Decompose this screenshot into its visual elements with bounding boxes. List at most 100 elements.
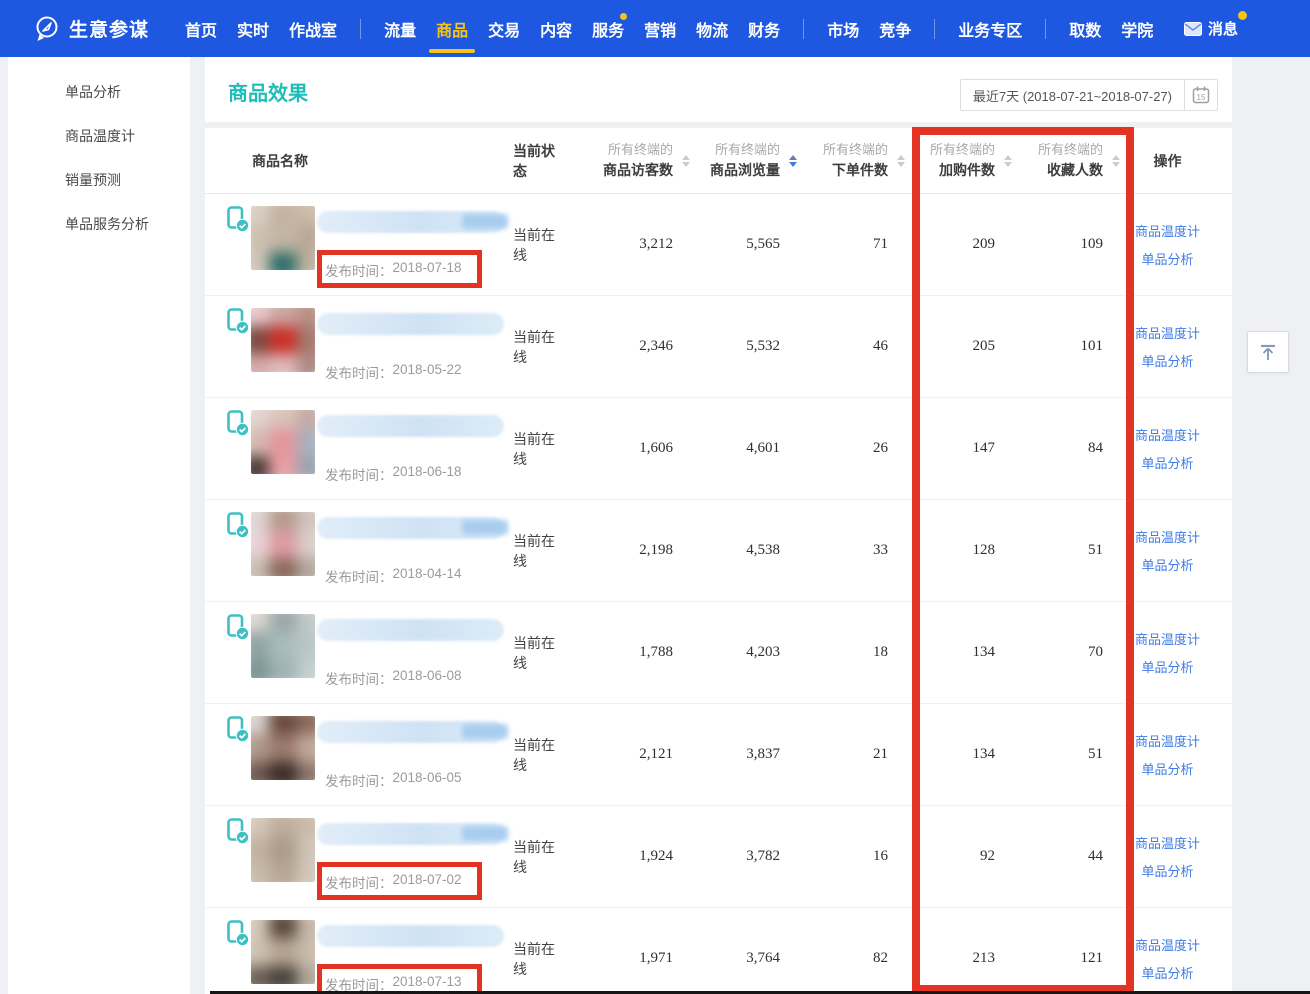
link-item-analysis[interactable]: 单品分析: [1141, 351, 1193, 370]
link-item-analysis[interactable]: 单品分析: [1141, 453, 1193, 472]
column-header-metric[interactable]: 所有终端的下单件数: [780, 140, 888, 181]
nav-item[interactable]: 业务专区: [958, 0, 1022, 57]
link-item-analysis[interactable]: 单品分析: [1141, 861, 1193, 880]
orders-count: 33: [780, 500, 888, 601]
link-item-analysis[interactable]: 单品分析: [1141, 555, 1193, 574]
column-header-metric[interactable]: 所有终端的商品访客数: [565, 140, 673, 181]
product-title-blurred[interactable]: [317, 619, 504, 641]
product-image[interactable]: [251, 410, 315, 474]
nav-item[interactable]: 服务: [592, 0, 624, 57]
back-to-top-button[interactable]: [1247, 331, 1289, 373]
status-text: 当前在线: [505, 908, 565, 994]
blurred-image-mosaic: [251, 716, 315, 780]
nav-item[interactable]: 物流: [696, 0, 728, 57]
status-text: 当前在线: [505, 704, 565, 805]
publish-date-value: 2018-06-05: [393, 770, 462, 790]
column-header-metric[interactable]: 所有终端的商品浏览量: [673, 140, 780, 181]
views-count: 3,837: [673, 704, 780, 805]
product-title-blurred[interactable]: [317, 211, 504, 233]
metric-name: 商品访客数: [603, 160, 673, 181]
favorites-count: 44: [995, 806, 1103, 907]
sidebar-item[interactable]: 单品服务分析: [8, 202, 190, 246]
status-text: 当前在线: [505, 500, 565, 601]
link-product-thermometer[interactable]: 商品温度计: [1135, 221, 1200, 240]
link-item-analysis[interactable]: 单品分析: [1141, 657, 1193, 676]
link-product-thermometer[interactable]: 商品温度计: [1135, 527, 1200, 546]
nav-divider: [1045, 19, 1046, 39]
sidebar-item[interactable]: 商品温度计: [8, 114, 190, 158]
link-product-thermometer[interactable]: 商品温度计: [1135, 323, 1200, 342]
ops-cell: 商品温度计 单品分析: [1103, 398, 1232, 499]
product-image[interactable]: [251, 308, 315, 372]
product-image[interactable]: [251, 716, 315, 780]
nav-item[interactable]: 取数: [1069, 0, 1101, 57]
status-text: 当前在线: [505, 806, 565, 907]
favorites-count: 51: [995, 704, 1103, 805]
nav-item[interactable]: 作战室: [289, 0, 337, 57]
table-row: 发布时间： 2018-04-14 当前在线 2,198 4,538 33 128…: [205, 500, 1232, 602]
product-image[interactable]: [251, 206, 315, 270]
link-product-thermometer[interactable]: 商品温度计: [1135, 731, 1200, 750]
status-text: 当前在线: [505, 194, 565, 295]
ops-cell: 商品温度计 单品分析: [1103, 194, 1232, 295]
product-cell: 发布时间： 2018-05-22: [205, 296, 505, 398]
sort-arrows-icon[interactable]: [1112, 155, 1120, 167]
annotation-box-date: [317, 250, 482, 288]
product-image[interactable]: [251, 512, 315, 576]
nav-item[interactable]: 交易: [488, 0, 520, 57]
sidebar-item[interactable]: 销量预测: [8, 158, 190, 202]
top-navbar: 生意参谋 首页实时作战室流量商品交易内容服务营销物流财务市场竞争业务专区取数学院…: [0, 0, 1310, 57]
nav-item[interactable]: 流量: [384, 0, 416, 57]
metric-prefix: 所有终端的: [603, 140, 673, 160]
product-title-blurred[interactable]: [317, 823, 504, 845]
product-title-blurred[interactable]: [317, 721, 504, 743]
date-range-picker[interactable]: 最近7天 (2018-07-21~2018-07-27) 15: [960, 79, 1218, 111]
product-image[interactable]: [251, 614, 315, 678]
orders-count: 21: [780, 704, 888, 805]
column-header-metric[interactable]: 所有终端的收藏人数: [995, 140, 1103, 181]
table-row: 发布时间： 2018-06-05 当前在线 2,121 3,837 21 134…: [205, 704, 1232, 806]
mobile-verified-icon: [227, 920, 250, 950]
nav-item[interactable]: 实时: [237, 0, 269, 57]
nav-item[interactable]: 市场: [827, 0, 859, 57]
brand[interactable]: 生意参谋: [34, 15, 149, 42]
product-title-blurred[interactable]: [317, 313, 504, 335]
metric-name: 下单件数: [823, 160, 888, 181]
views-count: 4,601: [673, 398, 780, 499]
nav-item[interactable]: 商品: [436, 0, 468, 57]
link-product-thermometer[interactable]: 商品温度计: [1135, 629, 1200, 648]
link-product-thermometer[interactable]: 商品温度计: [1135, 833, 1200, 852]
product-image[interactable]: [251, 818, 315, 882]
nav-item[interactable]: 财务: [748, 0, 780, 57]
nav-message[interactable]: 消息: [1184, 0, 1238, 57]
link-item-analysis[interactable]: 单品分析: [1141, 249, 1193, 268]
nav-item[interactable]: 内容: [540, 0, 572, 57]
ops-cell: 商品温度计 单品分析: [1103, 908, 1232, 994]
nav-item[interactable]: 营销: [644, 0, 676, 57]
metric-name: 收藏人数: [1038, 160, 1103, 181]
product-cell: 发布时间： 2018-07-13: [205, 908, 505, 994]
status-text: 当前在线: [505, 296, 565, 397]
views-count: 4,538: [673, 500, 780, 601]
product-title-blurred[interactable]: [317, 925, 504, 947]
product-image[interactable]: [251, 920, 315, 984]
link-item-analysis[interactable]: 单品分析: [1141, 963, 1193, 982]
cart-adds-count: 92: [888, 806, 995, 907]
ops-cell: 商品温度计 单品分析: [1103, 500, 1232, 601]
status-text: 当前在线: [505, 398, 565, 499]
product-title-blurred[interactable]: [317, 517, 504, 539]
nav-item[interactable]: 学院: [1121, 0, 1153, 57]
calendar-icon[interactable]: 15: [1184, 80, 1217, 110]
sidebar-item[interactable]: 单品分析: [8, 70, 190, 114]
favorites-count: 101: [995, 296, 1103, 397]
link-product-thermometer[interactable]: 商品温度计: [1135, 425, 1200, 444]
product-title-blurred[interactable]: [317, 415, 504, 437]
nav-item[interactable]: 竞争: [879, 0, 911, 57]
column-header-metric[interactable]: 所有终端的加购件数: [888, 140, 995, 181]
nav-item[interactable]: 首页: [185, 0, 217, 57]
link-product-thermometer[interactable]: 商品温度计: [1135, 935, 1200, 954]
ops-cell: 商品温度计 单品分析: [1103, 806, 1232, 907]
metric-header-text: 所有终端的加购件数: [930, 140, 995, 181]
publish-date-value: 2018-06-18: [393, 464, 462, 484]
link-item-analysis[interactable]: 单品分析: [1141, 759, 1193, 778]
